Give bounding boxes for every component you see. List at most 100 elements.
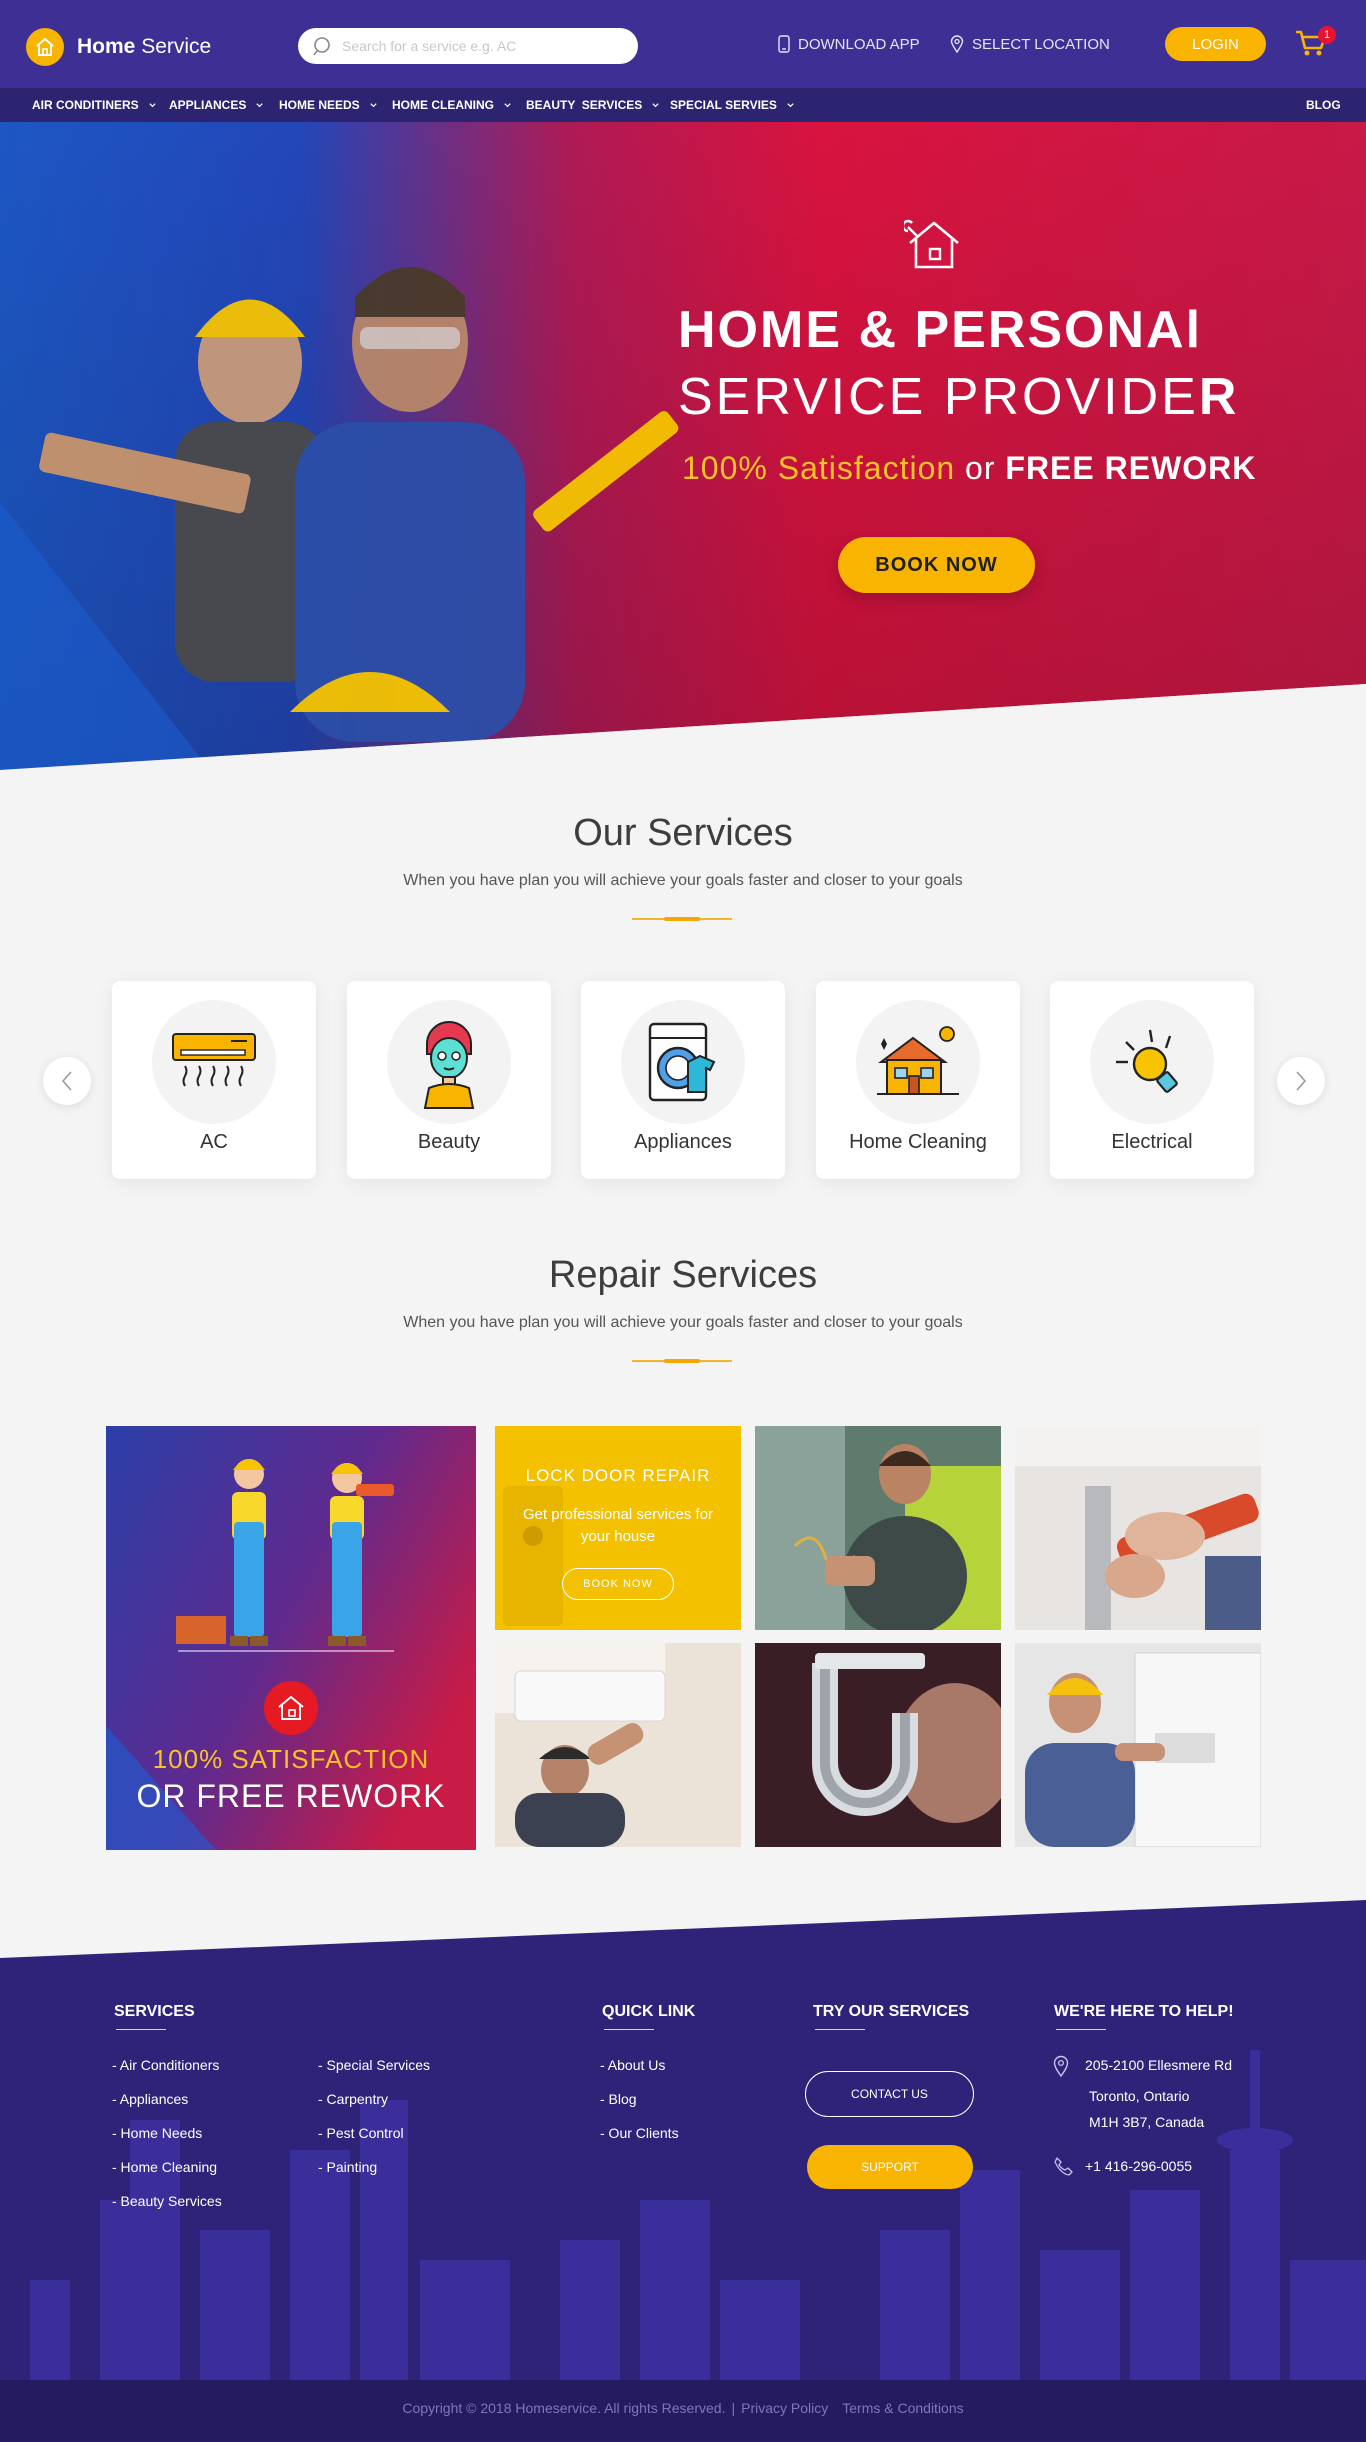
promo-line2: OR FREE REWORK xyxy=(136,1778,446,1814)
hero-tagline-or: or xyxy=(965,450,996,486)
hero-background xyxy=(0,122,1366,772)
beauty-face-mask-icon xyxy=(423,1021,475,1109)
download-app-link[interactable]: DOWNLOAD APP xyxy=(778,35,920,53)
select-location-link[interactable]: SELECT LOCATION xyxy=(950,35,1110,53)
footer-link-appliances[interactable]: - Appliances xyxy=(112,2091,188,2107)
brand-logo[interactable]: Home Service xyxy=(26,28,211,66)
service-card-label: Beauty xyxy=(417,1131,481,1153)
hero-title-line2-text: SERVICE PROVIDE xyxy=(678,368,1199,426)
chevron-down-icon xyxy=(787,102,794,107)
chevron-left-icon xyxy=(61,1071,72,1091)
footer-services-heading: SERVICES xyxy=(114,2003,195,2030)
ac-technician-photo xyxy=(495,1643,741,1847)
cart-count-badge: 1 xyxy=(1318,26,1336,44)
footer-link-painting[interactable]: - Painting xyxy=(318,2159,377,2175)
service-card-label: Electrical xyxy=(1111,1131,1193,1153)
main-nav: AIR CONDITINERS APPLIANCES HOME NEEDS HO… xyxy=(0,88,1366,122)
footer-link-home-needs[interactable]: - Home Needs xyxy=(112,2125,202,2141)
nav-item-special-services[interactable]: SPECIAL SERVIES xyxy=(670,88,795,122)
support-button[interactable]: SUPPORT xyxy=(807,2145,973,2189)
service-card-label: Appliances xyxy=(634,1131,732,1153)
book-now-button[interactable]: BOOK NOW xyxy=(838,537,1035,593)
nav-label: APPLIANCES xyxy=(169,98,247,112)
privacy-policy-link[interactable]: Privacy Policy xyxy=(741,2400,828,2416)
copyright-separator: | xyxy=(731,2400,736,2416)
hero-tagline-bold: FREE REWORK xyxy=(1005,450,1257,486)
chevron-down-icon xyxy=(504,102,511,107)
repair-services-subtitle: When you have plan you will achieve your… xyxy=(403,1314,963,1331)
footer-help-heading: WE'RE HERE TO HELP! xyxy=(1054,2003,1234,2030)
carousel-prev-button[interactable] xyxy=(43,1057,91,1105)
nav-item-beauty-services[interactable]: BEAUTY SERVICES xyxy=(526,88,660,122)
service-card-ac[interactable]: AC xyxy=(112,981,316,1179)
nav-item-home-needs[interactable]: HOME NEEDS xyxy=(279,88,378,122)
phone-icon xyxy=(1054,2157,1073,2176)
service-card-appliances[interactable]: Appliances xyxy=(581,981,785,1179)
service-card-home-cleaning[interactable]: Home Cleaning xyxy=(816,981,1020,1179)
login-button[interactable]: LOGIN xyxy=(1165,27,1266,61)
footer-link-about-us[interactable]: - About Us xyxy=(600,2057,665,2073)
service-icon-circle xyxy=(1090,1000,1214,1124)
lock-door-repair-tile[interactable]: LOCK DOOR REPAIR Get professional servic… xyxy=(495,1426,741,1630)
lock-tile-book-button[interactable]: BOOK NOW xyxy=(562,1568,674,1600)
guarantee-promo-card[interactable]: 100% SATISFACTION OR FREE REWORK xyxy=(106,1426,476,1850)
select-location-label: SELECT LOCATION xyxy=(972,35,1110,53)
footer-link-pest-control[interactable]: - Pest Control xyxy=(318,2125,404,2141)
electrician-photo xyxy=(755,1426,1001,1630)
service-card-electrical[interactable]: Electrical xyxy=(1050,981,1254,1179)
nav-label: HOME CLEANING xyxy=(392,98,494,112)
service-icon-circle xyxy=(856,1000,980,1124)
footer-link-special-services[interactable]: - Special Services xyxy=(318,2057,430,2073)
chevron-down-icon xyxy=(652,102,659,107)
nav-item-home-cleaning[interactable]: HOME CLEANING xyxy=(392,88,512,122)
nav-label: BLOG xyxy=(1306,98,1341,112)
footer-link-carpentry[interactable]: - Carpentry xyxy=(318,2091,388,2107)
hero-tagline-highlight: 100% Satisfaction xyxy=(682,450,956,486)
promo-line1: 100% SATISFACTION xyxy=(152,1744,430,1774)
footer-phone[interactable]: +1 416-296-0055 xyxy=(1085,2158,1192,2174)
chevron-down-icon xyxy=(149,102,156,107)
hero-banner: HOME & PERSONAl SERVICE PROVIDER 100% Sa… xyxy=(0,122,1366,772)
hero-title-line1: HOME & PERSONAl xyxy=(678,301,1203,359)
nav-item-air-conditioners[interactable]: AIR CONDITINERS xyxy=(32,88,157,122)
light-bulb-icon xyxy=(1116,1029,1178,1093)
cart-button[interactable]: 1 xyxy=(1294,26,1336,60)
contact-us-button[interactable]: CONTACT US xyxy=(805,2071,974,2117)
boiler-technician-photo-tile[interactable] xyxy=(1015,1643,1261,1847)
footer-address-line1: 205-2100 Ellesmere Rd xyxy=(1085,2057,1233,2073)
footer-quick-link-heading: QUICK LINK xyxy=(602,2003,696,2030)
washing-machine-icon xyxy=(648,1022,716,1102)
electrician-photo-tile[interactable] xyxy=(755,1426,1001,1630)
carousel-next-button[interactable] xyxy=(1277,1057,1325,1105)
terms-conditions-link[interactable]: Terms & Conditions xyxy=(842,2400,963,2416)
service-card-beauty[interactable]: Beauty xyxy=(347,981,551,1179)
pipe-plumber-photo-tile[interactable] xyxy=(755,1643,1001,1847)
our-services-divider xyxy=(632,917,732,921)
nav-label: HOME NEEDS xyxy=(279,98,360,112)
service-card-label: Home Cleaning xyxy=(849,1131,987,1153)
search-input[interactable] xyxy=(342,38,622,54)
hero-title-line2: SERVICE PROVIDER xyxy=(678,367,1239,427)
service-icon-circle xyxy=(621,1000,745,1124)
nav-item-appliances[interactable]: APPLIANCES xyxy=(169,88,264,122)
lock-tile-title: LOCK DOOR REPAIR xyxy=(525,1466,711,1485)
air-conditioner-icon xyxy=(172,1033,256,1087)
footer-link-home-cleaning[interactable]: - Home Cleaning xyxy=(112,2159,217,2175)
chevron-down-icon xyxy=(370,102,377,107)
chevron-right-icon xyxy=(1296,1071,1307,1091)
boiler-technician-photo xyxy=(1015,1643,1261,1847)
hero-tagline: 100% Satisfaction or FREE REWORK xyxy=(682,450,1256,487)
footer-link-blog[interactable]: - Blog xyxy=(600,2091,637,2107)
footer-link-our-clients[interactable]: - Our Clients xyxy=(600,2125,679,2141)
pipe-plumber-photo xyxy=(755,1643,1001,1847)
search-box xyxy=(298,28,638,64)
nav-item-blog[interactable]: BLOG xyxy=(1306,88,1341,122)
footer-address-line2: Toronto, Ontario xyxy=(1089,2088,1190,2104)
plumber-wrench-photo-tile[interactable] xyxy=(1015,1426,1261,1630)
footer-link-beauty-services[interactable]: - Beauty Services xyxy=(112,2193,222,2209)
footer-link-air-conditioners[interactable]: - Air Conditioners xyxy=(112,2057,219,2073)
location-pin-icon xyxy=(950,35,964,53)
home-repair-icon xyxy=(904,219,959,269)
repair-services-divider xyxy=(632,1359,732,1363)
ac-technician-photo-tile[interactable] xyxy=(495,1643,741,1847)
